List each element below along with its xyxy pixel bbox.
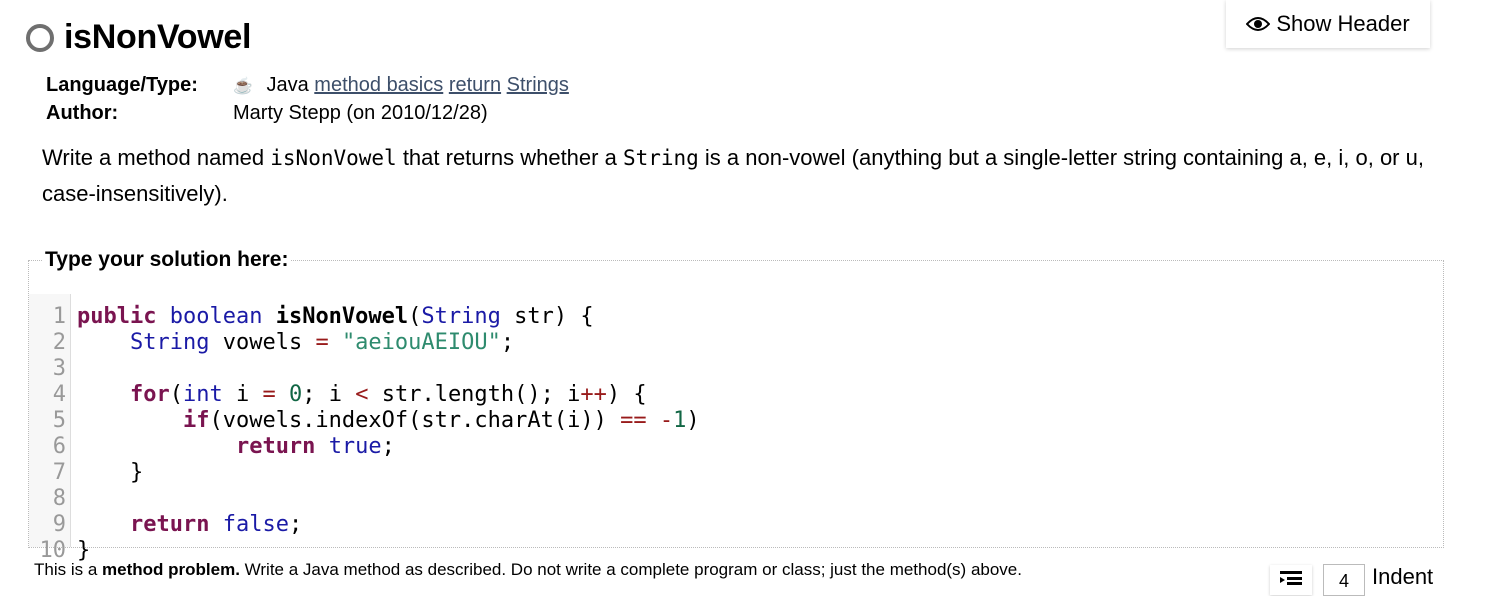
show-header-button[interactable]: Show Header bbox=[1226, 0, 1430, 48]
author-label: Author: bbox=[46, 101, 119, 124]
line-number-gutter: 1 2 3 4 5 6 7 8 9 10 bbox=[29, 294, 71, 563]
indent-button[interactable] bbox=[1270, 565, 1312, 595]
java-icon: ☕ bbox=[233, 77, 253, 95]
code-editor[interactable]: 1 2 3 4 5 6 7 8 9 10 public boolean isNonVowel(St… bbox=[29, 294, 1443, 563]
solution-legend: Type your solution here: bbox=[45, 248, 289, 271]
problem-description: Write a method named isNonVowel that ret… bbox=[42, 145, 1424, 206]
title-row: isNonVowel bbox=[26, 18, 251, 57]
indent-icon bbox=[1280, 571, 1302, 585]
language-label: Language/Type: bbox=[46, 73, 198, 96]
code-text[interactable]: public boolean isNonVowel(String str) { … bbox=[71, 294, 700, 563]
tag-link-return[interactable]: return bbox=[449, 74, 501, 96]
indent-label: Indent bbox=[1372, 564, 1434, 589]
indent-size-input[interactable]: 4 bbox=[1323, 564, 1365, 596]
show-header-label: Show Header bbox=[1276, 11, 1410, 36]
tag-link-method-basics[interactable]: method basics bbox=[314, 74, 443, 96]
language-value: Java bbox=[266, 73, 309, 96]
eye-icon bbox=[1246, 17, 1271, 31]
solution-fieldset: Type your solution here: 1 2 3 4 5 6 7 8 9 10 pub… bbox=[28, 248, 1444, 563]
author-value: Marty Stepp (on 2010/12/28) bbox=[233, 101, 488, 124]
tag-link-strings[interactable]: Strings bbox=[507, 74, 569, 96]
problem-meta: Language/Type: ☕ Java method basics retu… bbox=[46, 71, 569, 127]
method-problem-note: This is a method problem. Write a Java m… bbox=[34, 560, 1022, 579]
page-title: isNonVowel bbox=[64, 18, 252, 56]
status-circle-icon bbox=[26, 23, 54, 52]
